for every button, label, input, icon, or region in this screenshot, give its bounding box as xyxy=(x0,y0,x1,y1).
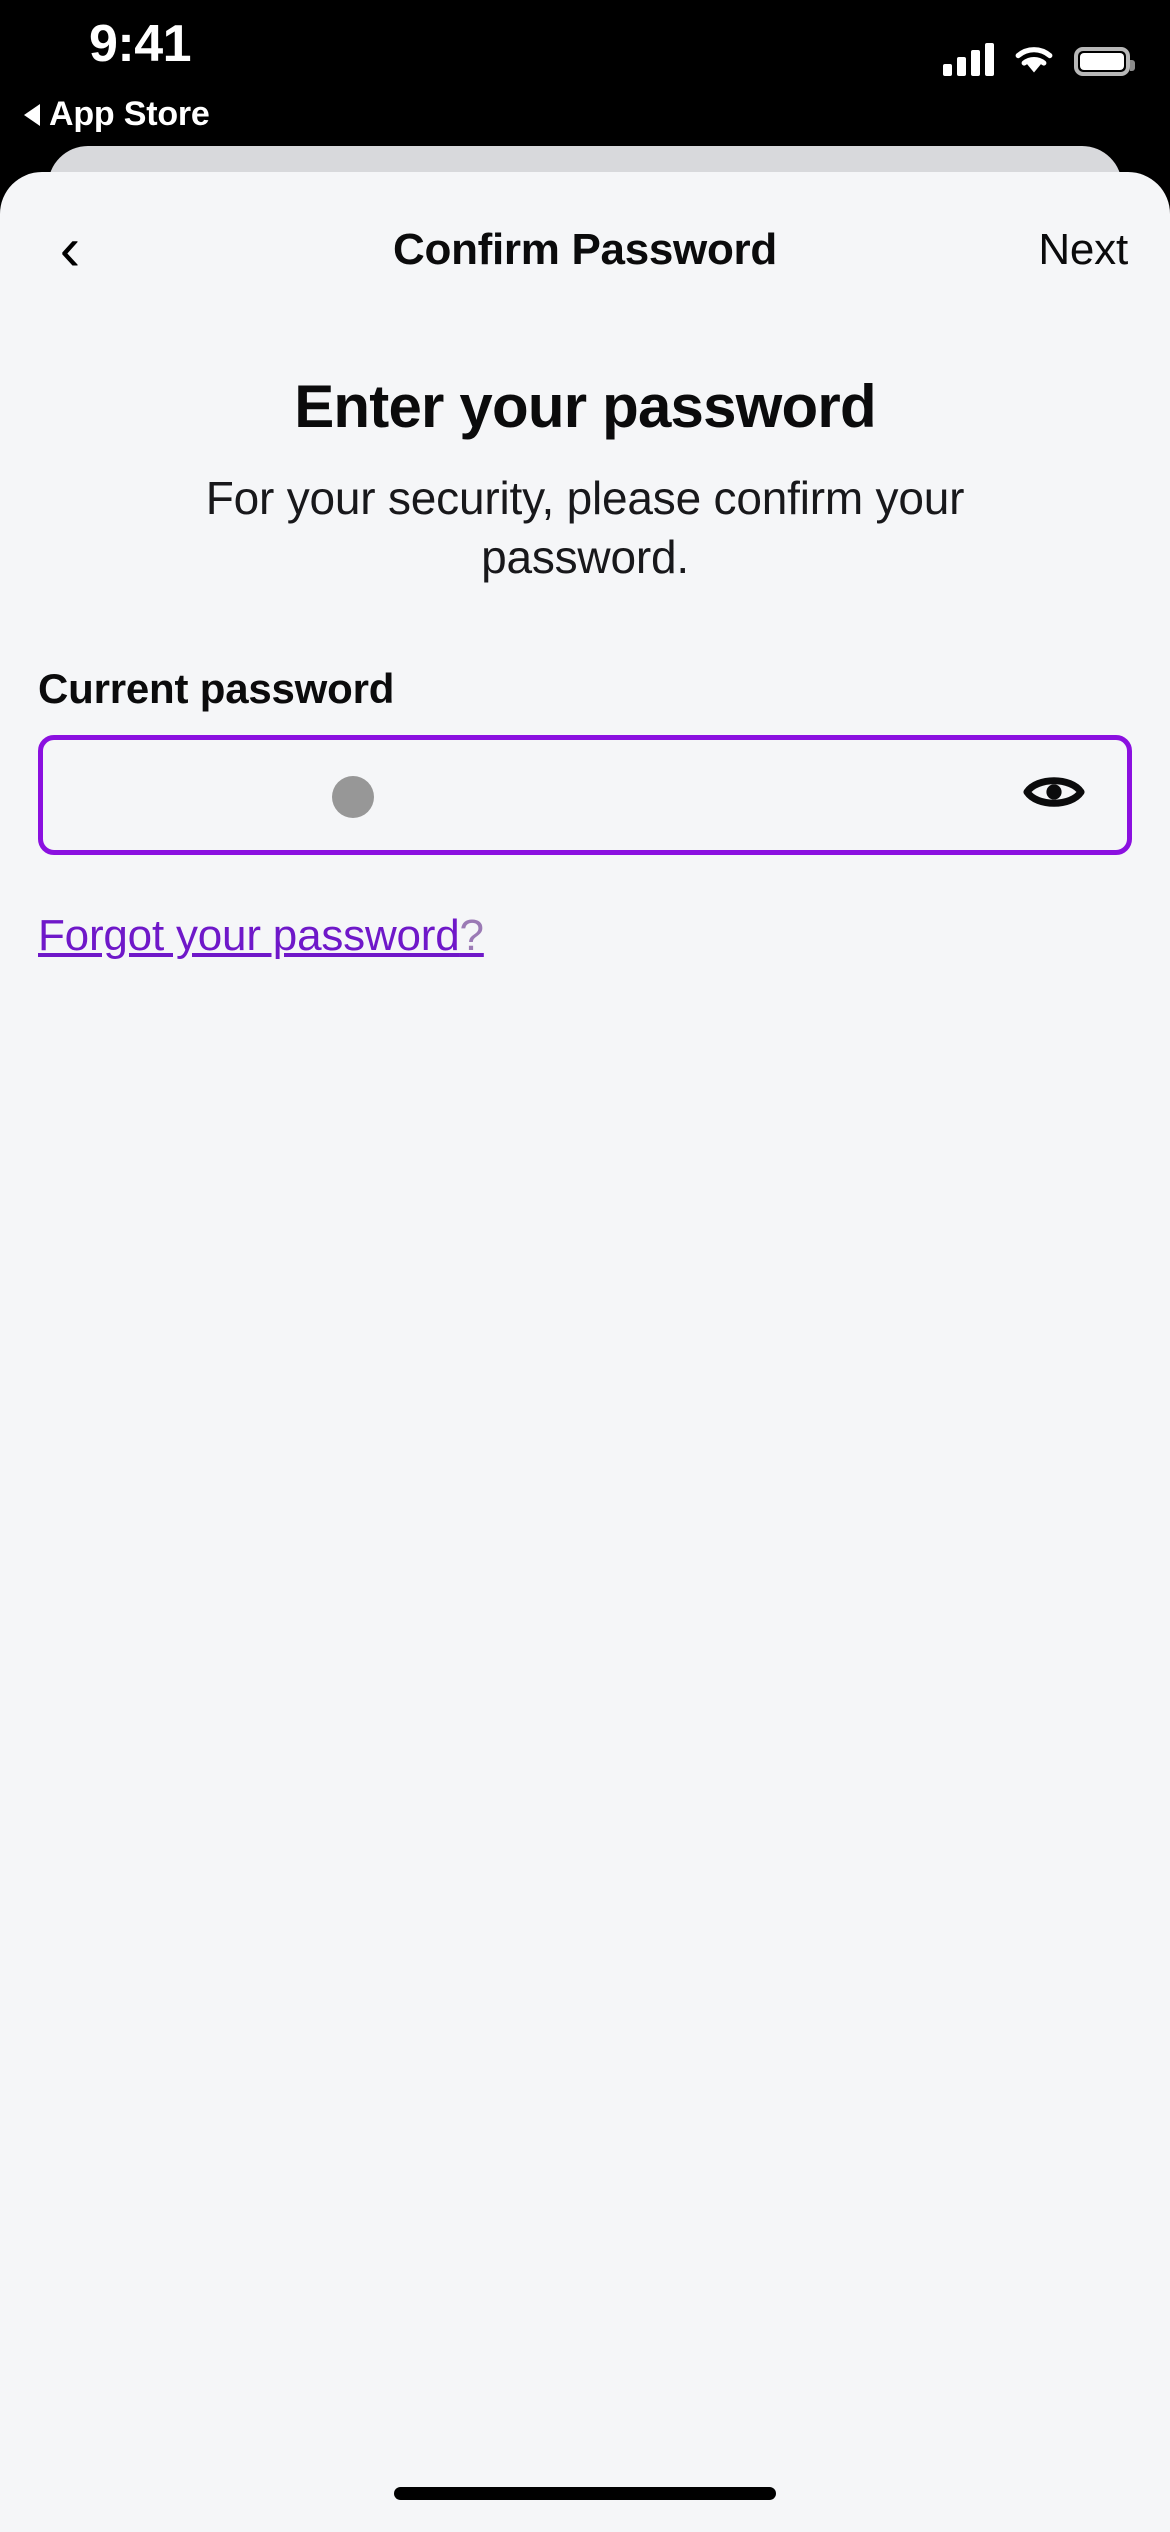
battery-full-icon xyxy=(1074,47,1135,76)
forgot-password-text: Forgot your password xyxy=(38,910,460,960)
forgot-password-suffix: ? xyxy=(459,910,484,960)
next-button[interactable]: Next xyxy=(1038,196,1128,304)
main-content: Enter your password For your security, p… xyxy=(0,372,1170,961)
back-app-label: App Store xyxy=(49,95,210,133)
navigation-bar: ‹ Confirm Password Next xyxy=(0,196,1170,306)
status-bar-time: 9:41 xyxy=(88,15,192,73)
page-title: Confirm Password xyxy=(393,225,777,274)
current-password-field[interactable] xyxy=(38,734,1132,855)
return-to-app-store-button[interactable]: App Store xyxy=(24,95,210,134)
modal-sheet: ‹ Confirm Password Next Enter your passw… xyxy=(0,172,1170,2532)
iphone-screen: 9:41 App Store ‹ Confirm Password Next E… xyxy=(0,0,1170,2532)
password-input[interactable] xyxy=(43,739,1127,850)
status-bar-indicators xyxy=(943,36,1135,76)
subtitle: For your security, please confirm your p… xyxy=(205,472,965,583)
headline: Enter your password xyxy=(294,373,876,440)
status-bar: 9:41 App Store xyxy=(0,0,1170,150)
current-password-label: Current password xyxy=(38,664,395,712)
toggle-password-visibility-button[interactable] xyxy=(1001,740,1107,850)
eye-icon xyxy=(1023,770,1085,819)
wifi-icon xyxy=(1012,42,1056,76)
cellular-signal-icon xyxy=(943,42,994,76)
forgot-password-link[interactable]: Forgot your password? xyxy=(0,911,484,961)
triangle-left-icon xyxy=(24,103,40,126)
home-indicator[interactable] xyxy=(394,2487,776,2500)
